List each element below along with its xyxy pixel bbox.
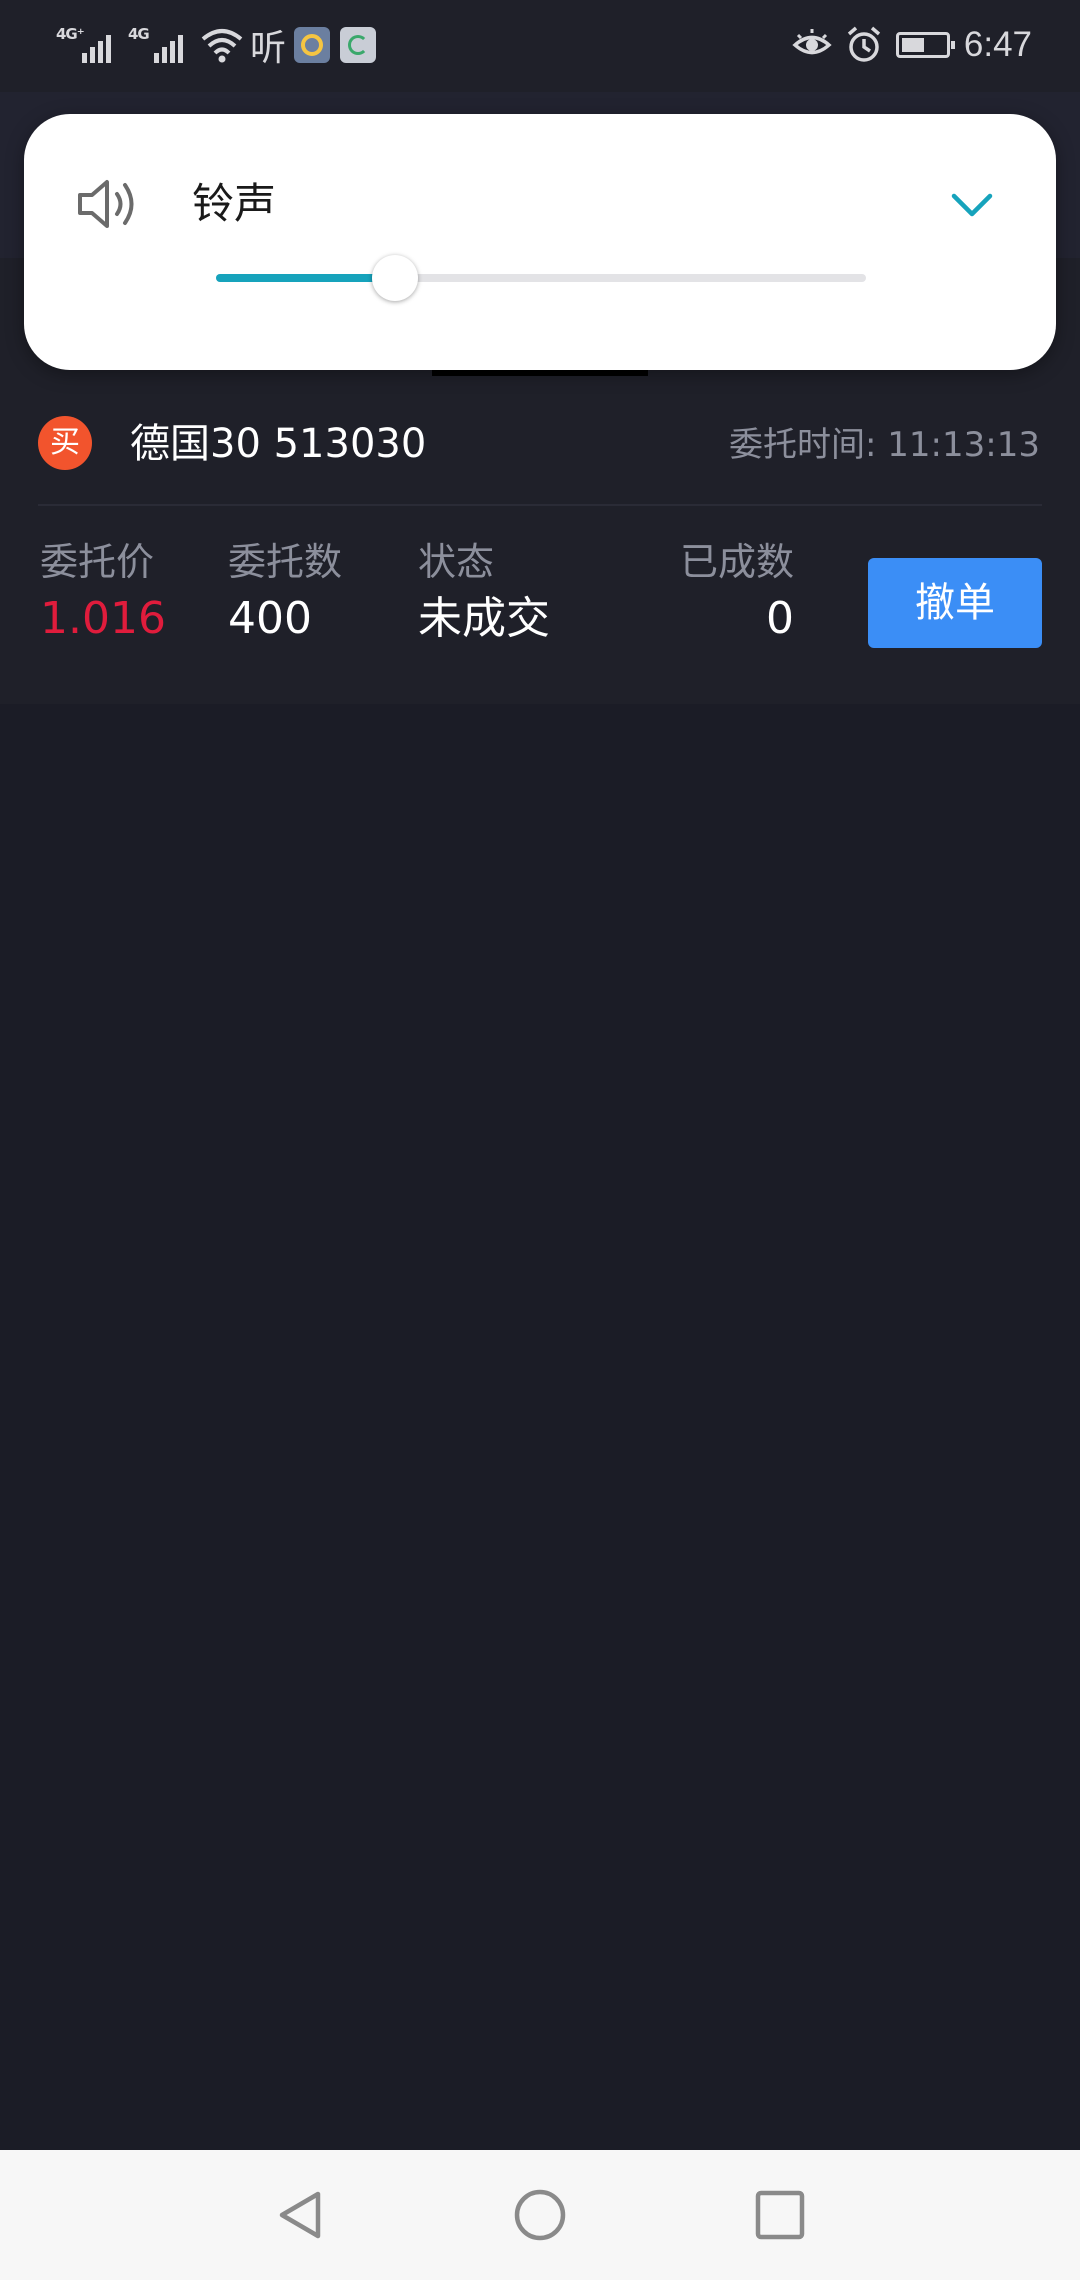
order-price-label: 委托价 [40, 540, 155, 584]
status-time: 6:47 [963, 25, 1032, 64]
order-price-column: 委托价 1.016 [40, 536, 166, 650]
order-status-value: 未成交 [418, 593, 550, 644]
order-card[interactable]: 买 德国30 513030 委托时间: 11:13:13 委托价 1.016 委… [0, 378, 1080, 704]
status-bar-left: 4G⁺ 4G 听 [56, 22, 386, 69]
network-type-label: 4G⁺ [56, 25, 85, 43]
order-header: 买 德国30 513030 委托时间: 11:13:13 [0, 378, 1080, 504]
volume-slider[interactable] [216, 255, 866, 301]
signal-icon: 4G⁺ [56, 25, 120, 65]
order-quantity-value: 400 [228, 593, 312, 644]
chevron-down-icon[interactable] [950, 190, 994, 220]
status-bar-right: 6:47 [792, 22, 1032, 68]
filled-quantity-label: 已成数 [679, 540, 794, 584]
volume-stream-label: 铃声 [192, 179, 277, 228]
battery-icon [895, 32, 955, 58]
signal-icon: 4G [128, 25, 192, 65]
volume-slider-fill [216, 274, 395, 282]
filled-quantity-column: 已成数 0 [680, 536, 794, 650]
order-price-value: 1.016 [40, 593, 166, 644]
filled-quantity-value: 0 [766, 593, 794, 644]
cancel-order-button[interactable]: 撤单 [868, 558, 1042, 648]
app-icon-blue [294, 27, 331, 63]
alarm-icon [847, 26, 881, 62]
recents-icon[interactable] [745, 2180, 815, 2250]
buy-badge: 买 [38, 416, 92, 470]
order-quantity-column: 委托数 400 [228, 536, 342, 650]
volume-slider-thumb[interactable] [371, 255, 418, 301]
listen-app-icon: 听 [250, 28, 287, 69]
order-details: 委托价 1.016 委托数 400 状态 未成交 已成数 0 撤单 [0, 506, 1080, 704]
order-time: 委托时间: 11:13:13 [729, 425, 1040, 465]
back-icon[interactable] [264, 2180, 334, 2250]
app-icon-green [340, 27, 377, 63]
network-type-label: 4G [128, 25, 150, 43]
status-bar: 4G⁺ 4G 听 6:47 [0, 0, 1080, 92]
home-icon[interactable] [505, 2180, 575, 2250]
volume-panel: 铃声 [24, 114, 1056, 370]
order-status-column: 状态 未成交 [418, 536, 550, 650]
order-quantity-label: 委托数 [228, 540, 343, 584]
speaker-icon[interactable] [76, 174, 142, 234]
wifi-icon [201, 29, 243, 63]
order-status-label: 状态 [418, 540, 495, 584]
eye-icon [792, 29, 832, 55]
stock-name: 德国30 513030 [130, 421, 427, 467]
navigation-bar [0, 2150, 1080, 2280]
